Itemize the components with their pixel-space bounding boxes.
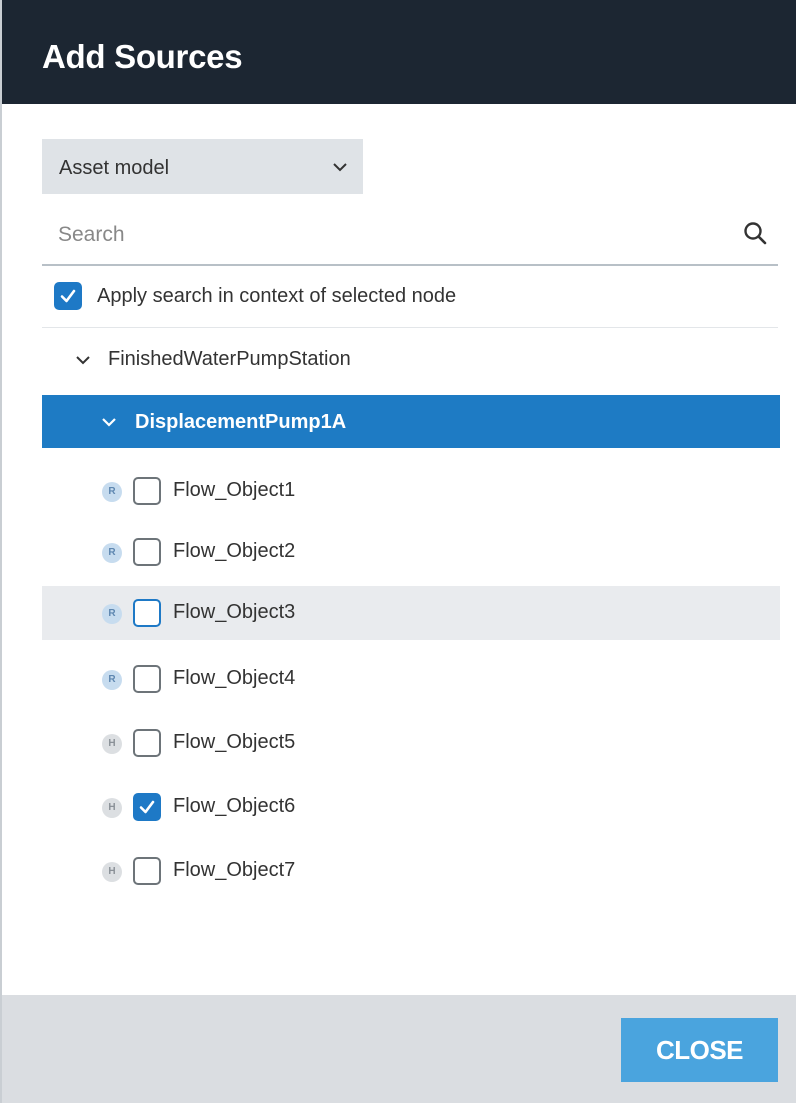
tree-node-label: DisplacementPump1A [135, 411, 347, 433]
tree-item-flow-object4[interactable]: R Flow_Object4 [42, 648, 780, 710]
item-checkbox[interactable] [133, 477, 161, 505]
chevron-down-icon [333, 163, 347, 172]
tree-node-selected[interactable]: DisplacementPump1A [42, 395, 780, 448]
item-label: Flow_Object5 [173, 731, 296, 753]
source-type-value: Asset model [59, 157, 170, 179]
tree-item-flow-object6[interactable]: H Flow_Object6 [42, 776, 780, 838]
item-label: Flow_Object6 [173, 795, 296, 817]
item-checkbox[interactable] [133, 793, 161, 821]
item-checkbox[interactable] [133, 538, 161, 566]
item-label: Flow_Object1 [173, 479, 296, 501]
realtime-badge: R [102, 670, 122, 690]
item-label: Flow_Object2 [173, 540, 296, 562]
tree-item-flow-object1[interactable]: R Flow_Object1 [42, 460, 780, 522]
item-label: Flow_Object7 [173, 859, 296, 881]
item-label: Flow_Object3 [173, 601, 296, 623]
source-type-dropdown[interactable]: Asset model [42, 139, 363, 194]
item-checkbox[interactable] [133, 665, 161, 693]
tree-item-flow-object3[interactable]: R Flow_Object3 [42, 586, 780, 640]
item-label: Flow_Object4 [173, 667, 296, 689]
tree-item-flow-object5[interactable]: H Flow_Object5 [42, 712, 780, 774]
historical-badge: H [102, 734, 122, 754]
search-input[interactable] [42, 210, 722, 260]
tree-node-label: FinishedWaterPumpStation [108, 348, 351, 370]
realtime-badge: R [102, 482, 122, 502]
chevron-down-icon[interactable] [100, 413, 118, 431]
item-checkbox[interactable] [133, 857, 161, 885]
realtime-badge: R [102, 543, 122, 563]
tree-item-flow-object2[interactable]: R Flow_Object2 [42, 521, 780, 583]
apply-search-context-option: Apply search in context of selected node [54, 280, 754, 312]
divider [42, 327, 778, 328]
realtime-badge: R [102, 604, 122, 624]
dialog-header: Add Sources [2, 0, 796, 104]
apply-search-context-checkbox[interactable] [54, 282, 82, 310]
item-checkbox[interactable] [133, 599, 161, 627]
search-field [42, 210, 778, 266]
checkmark-icon [60, 289, 76, 303]
item-checkbox[interactable] [133, 729, 161, 757]
chevron-down-icon[interactable] [74, 351, 92, 369]
checkmark-icon [139, 800, 155, 814]
tree-node-root[interactable]: FinishedWaterPumpStation [42, 329, 780, 391]
close-button[interactable]: CLOSE [621, 1018, 778, 1082]
search-icon[interactable] [742, 220, 768, 246]
dialog-title: Add Sources [42, 38, 243, 75]
apply-search-context-label: Apply search in context of selected node [97, 285, 457, 307]
historical-badge: H [102, 798, 122, 818]
add-sources-dialog: Add Sources Asset model Apply search in … [0, 0, 796, 1103]
tree-item-flow-object7[interactable]: H Flow_Object7 [42, 840, 780, 902]
historical-badge: H [102, 862, 122, 882]
